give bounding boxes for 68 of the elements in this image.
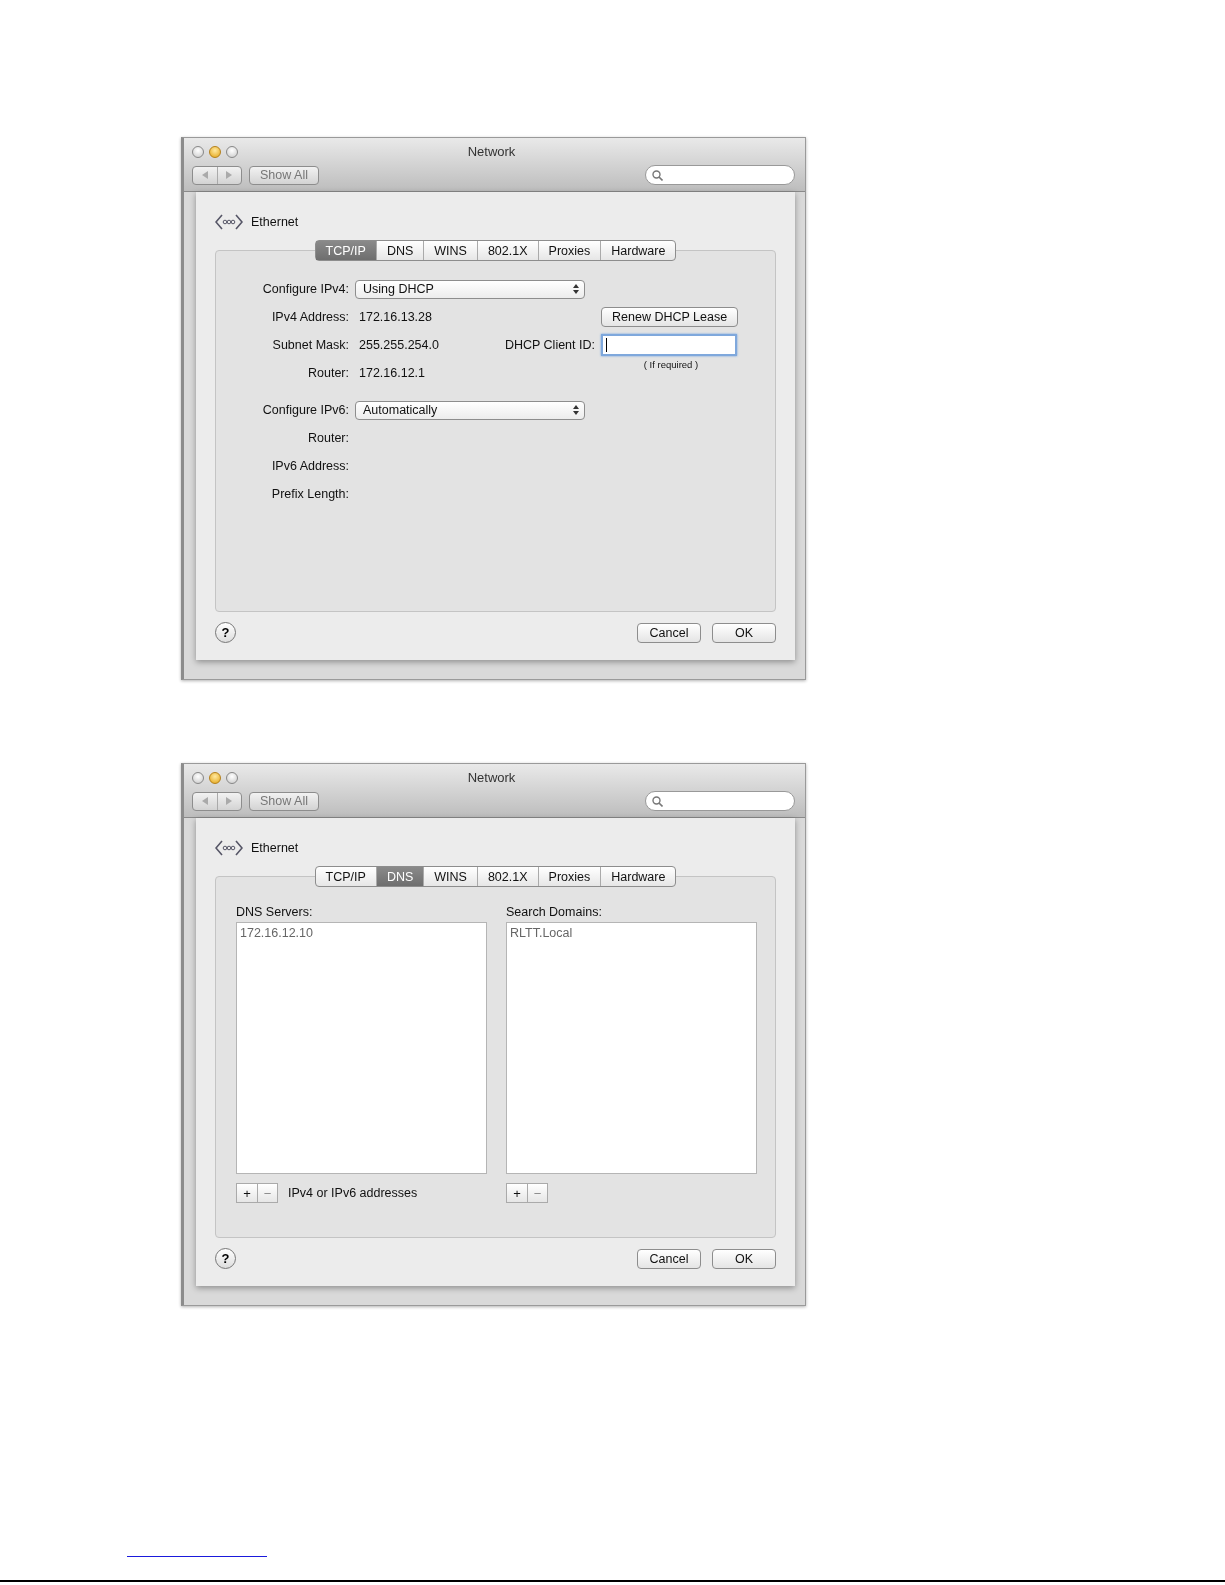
- field-label: DHCP Client ID:: [504, 338, 596, 352]
- tab[interactable]: Hardware: [600, 241, 676, 260]
- help-button[interactable]: ?: [215, 622, 236, 643]
- close-button[interactable]: [192, 771, 204, 784]
- show-all-button[interactable]: Show All: [249, 165, 319, 185]
- hint-text: ( If required ): [643, 359, 699, 370]
- field-label: IPv6 Address:: [270, 458, 350, 475]
- list-label: Search Domains:: [506, 905, 603, 919]
- help-button[interactable]: ?: [215, 1248, 236, 1269]
- dialog-button[interactable]: Cancel: [637, 622, 701, 643]
- back-arrow-icon: [201, 171, 208, 179]
- field-label: IPv4 Address:: [270, 309, 350, 326]
- client-id-field[interactable]: [601, 334, 737, 356]
- tab[interactable]: TCP/IP: [315, 867, 376, 886]
- field-value: 172.16.13.28: [358, 310, 432, 324]
- updown-arrows-icon: [573, 284, 579, 294]
- tab[interactable]: TCP/IP: [315, 241, 376, 260]
- network-arrows-icon: [215, 212, 243, 232]
- tab[interactable]: WINS: [423, 241, 477, 260]
- back-arrow-icon: [201, 797, 208, 805]
- add-button[interactable]: +: [237, 1184, 257, 1202]
- popup-menu[interactable]: Automatically: [355, 400, 585, 420]
- forward-arrow-icon: [226, 171, 233, 179]
- hint-text: IPv4 or IPv6 addresses: [288, 1186, 418, 1200]
- tab[interactable]: Proxies: [537, 241, 601, 260]
- network-arrows-icon: [215, 838, 243, 858]
- zoom-button[interactable]: [226, 771, 238, 784]
- field-value: 172.16.12.1: [358, 366, 426, 380]
- show-all-button[interactable]: Show All: [249, 791, 319, 811]
- zoom-button[interactable]: [226, 145, 238, 158]
- renew-dhcp-button[interactable]: Renew DHCP Lease: [601, 307, 739, 327]
- tab[interactable]: 802.1X: [476, 867, 538, 886]
- field-label: Router:: [307, 430, 350, 447]
- dialog-button[interactable]: Cancel: [637, 1248, 701, 1269]
- tab[interactable]: 802.1X: [476, 241, 538, 260]
- search-field[interactable]: [645, 791, 795, 811]
- tab[interactable]: DNS: [375, 241, 424, 260]
- service-name: Ethernet: [251, 841, 299, 855]
- search-icon: [652, 169, 663, 181]
- field-label: Configure IPv4:: [261, 281, 350, 298]
- back-forward-buttons[interactable]: [192, 165, 242, 185]
- field-label: Prefix Length:: [270, 486, 350, 503]
- search-field[interactable]: [645, 165, 795, 185]
- list-item[interactable]: 172.16.12.10: [240, 926, 483, 940]
- field-label: Router:: [307, 365, 350, 382]
- popup-menu[interactable]: Using DHCP: [355, 279, 585, 299]
- tab[interactable]: DNS: [375, 867, 424, 886]
- tab[interactable]: Hardware: [600, 867, 676, 886]
- dialog-button[interactable]: OK: [712, 1248, 776, 1269]
- updown-arrows-icon: [573, 405, 579, 415]
- field-label: Configure IPv6:: [261, 402, 350, 419]
- window-title: Network: [466, 770, 517, 785]
- search-icon: [652, 795, 663, 807]
- tab[interactable]: Proxies: [537, 867, 601, 886]
- field-value: 255.255.254.0: [358, 338, 439, 352]
- list-label: DNS Servers:: [236, 905, 314, 919]
- add-button[interactable]: +: [507, 1184, 527, 1202]
- window-title: Network: [466, 144, 517, 159]
- minimize-button[interactable]: [209, 145, 221, 158]
- tab[interactable]: WINS: [423, 867, 477, 886]
- forward-arrow-icon: [226, 797, 233, 805]
- list-item[interactable]: RLTT.Local: [510, 926, 753, 940]
- back-forward-buttons[interactable]: [192, 791, 242, 811]
- field-label: Subnet Mask:: [271, 337, 350, 354]
- close-button[interactable]: [192, 145, 204, 158]
- service-name: Ethernet: [251, 215, 299, 229]
- dialog-button[interactable]: OK: [712, 622, 776, 643]
- minimize-button[interactable]: [209, 771, 221, 784]
